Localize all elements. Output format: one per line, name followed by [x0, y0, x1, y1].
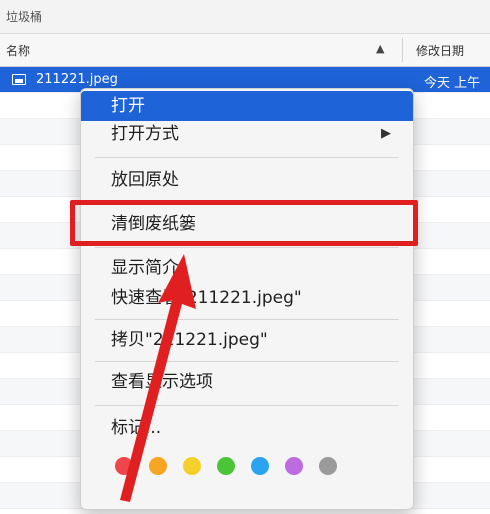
- menu-item-open[interactable]: 打开: [81, 91, 413, 121]
- date-modified-column-header[interactable]: 修改日期: [416, 42, 464, 59]
- menu-item-open-with[interactable]: 打开方式 ▶: [81, 119, 413, 149]
- orange-tag-dot[interactable]: [149, 457, 167, 475]
- menu-divider: [95, 405, 399, 406]
- column-divider[interactable]: [402, 38, 403, 62]
- green-tag-dot[interactable]: [217, 457, 235, 475]
- menu-item-show-view-options[interactable]: 查看显示选项: [81, 367, 413, 397]
- yellow-tag-dot[interactable]: [183, 457, 201, 475]
- path-bar: 垃圾桶: [0, 0, 490, 34]
- submenu-arrow-icon: ▶: [381, 126, 391, 141]
- menu-divider: [95, 157, 399, 158]
- gray-tag-dot[interactable]: [319, 457, 337, 475]
- context-menu: 打开 打开方式 ▶ 放回原处 清倒废纸篓 显示简介 快速查看"211221.jp…: [80, 88, 414, 510]
- menu-divider: [95, 319, 399, 320]
- column-header: 名称 ▲ 修改日期: [0, 34, 490, 67]
- menu-divider: [95, 361, 399, 362]
- menu-item-tags[interactable]: 标记...: [81, 413, 413, 443]
- name-column-header[interactable]: 名称: [6, 42, 30, 59]
- annotation-highlight-box: [70, 200, 418, 246]
- sort-ascending-icon[interactable]: ▲: [376, 42, 384, 55]
- file-date: 今天 上午: [424, 76, 481, 91]
- path-bar-label: 垃圾桶: [6, 10, 43, 24]
- purple-tag-dot[interactable]: [285, 457, 303, 475]
- menu-divider: [95, 247, 399, 248]
- image-file-icon: [12, 74, 26, 85]
- menu-item-get-info[interactable]: 显示简介: [81, 253, 413, 283]
- menu-item-label: 打开方式: [111, 124, 179, 144]
- tag-color-row: [115, 457, 375, 477]
- menu-item-copy[interactable]: 拷贝"211221.jpeg": [81, 325, 413, 355]
- blue-tag-dot[interactable]: [251, 457, 269, 475]
- file-name: 211221.jpeg: [36, 72, 118, 87]
- menu-item-quick-look[interactable]: 快速查看"211221.jpeg": [81, 283, 413, 313]
- red-tag-dot[interactable]: [115, 457, 133, 475]
- menu-item-put-back[interactable]: 放回原处: [81, 165, 413, 195]
